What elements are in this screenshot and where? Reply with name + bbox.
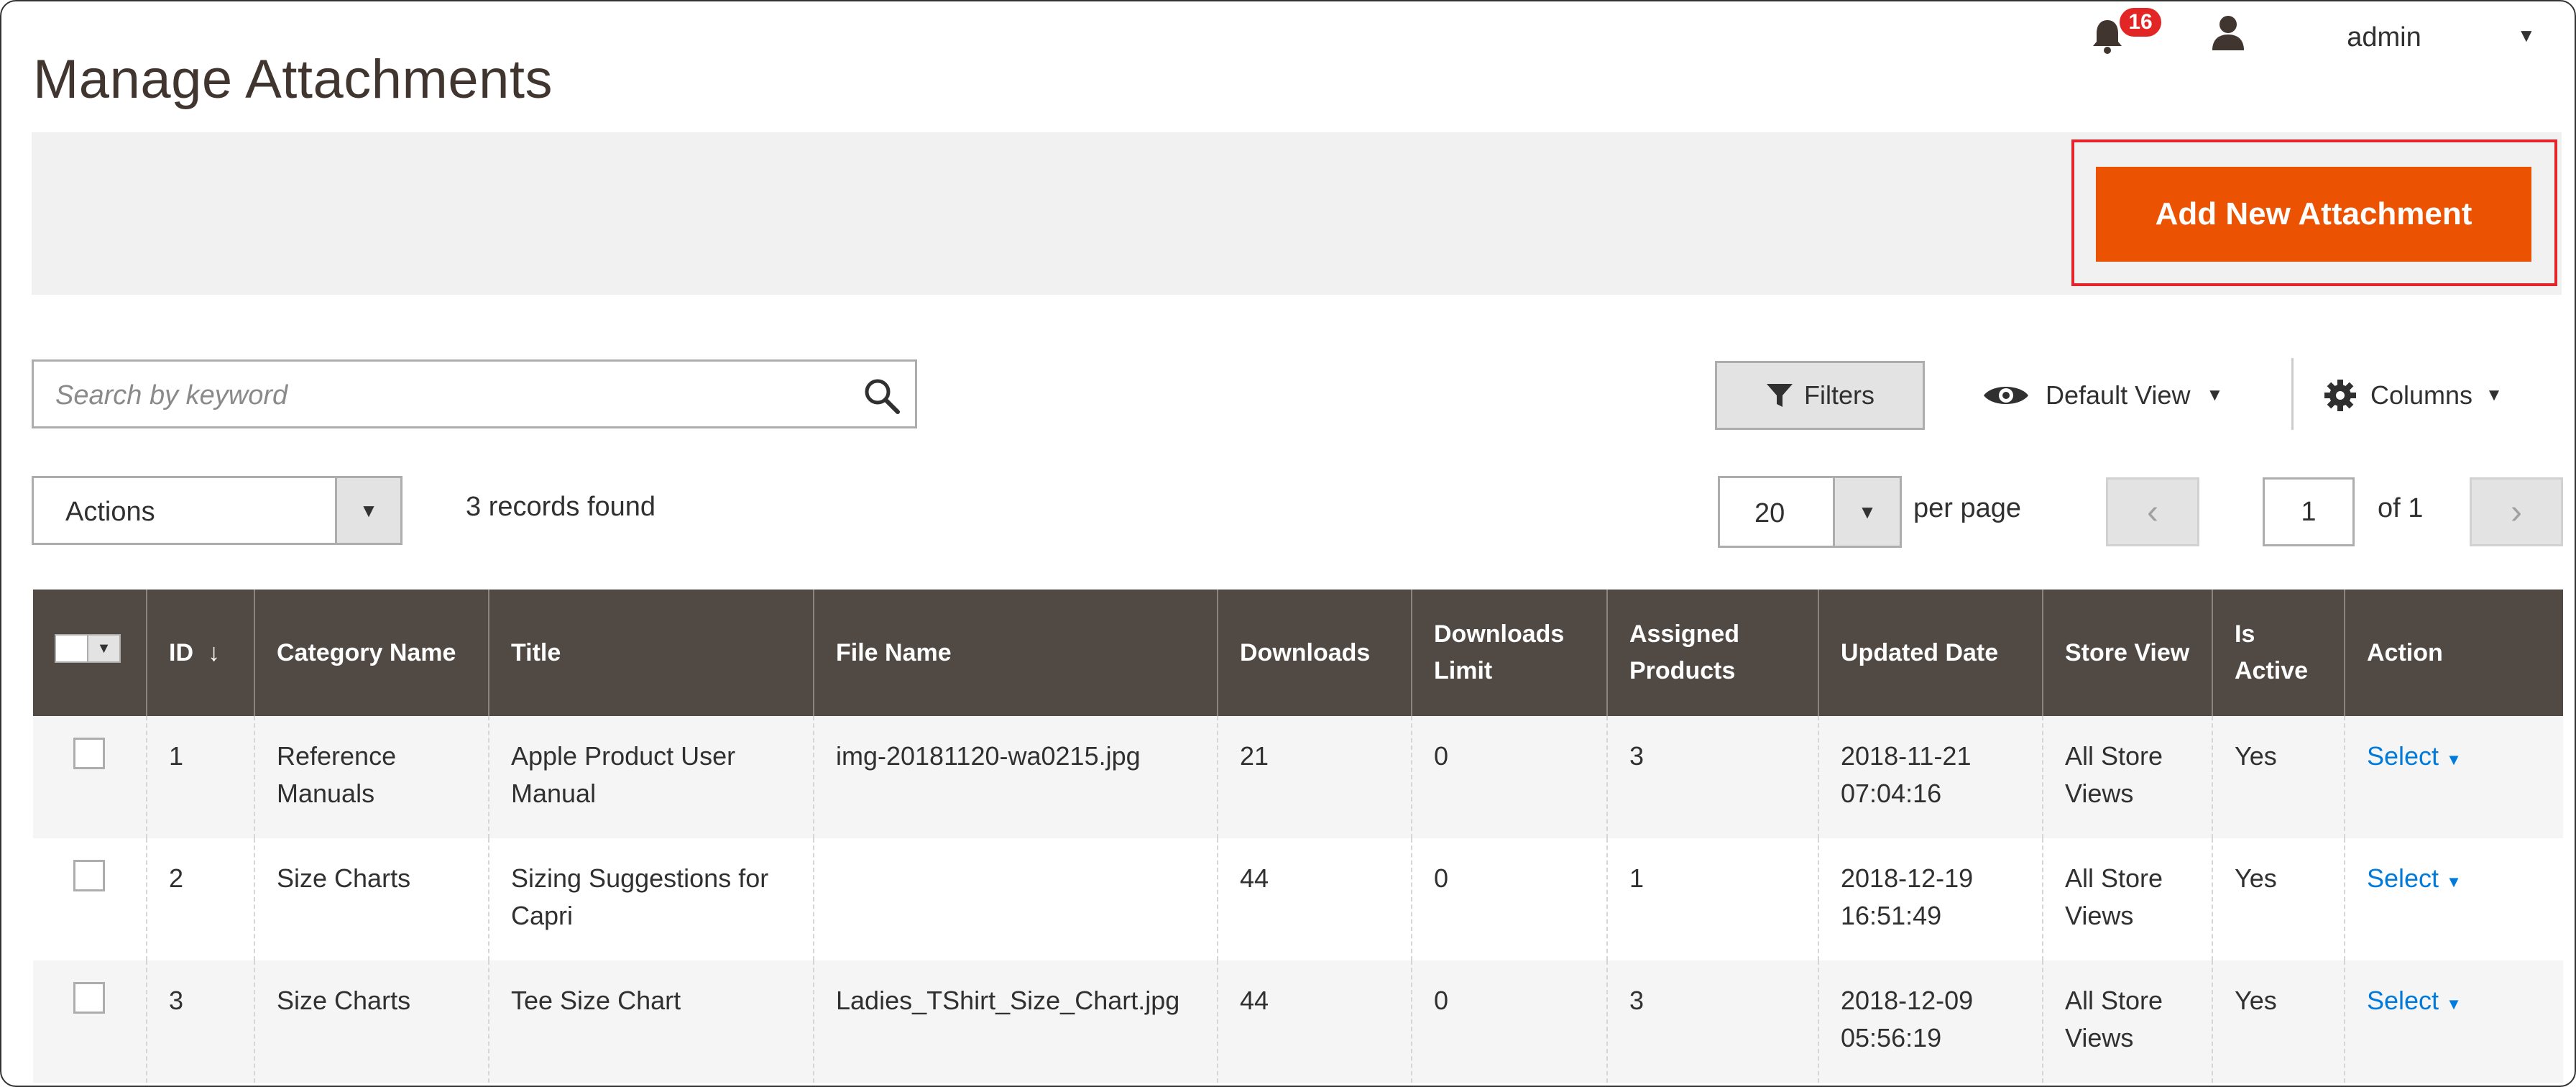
column-header-downloads[interactable]: Downloads	[1217, 590, 1412, 716]
column-header-title[interactable]: Title	[488, 590, 814, 716]
cell-id: 3	[146, 960, 254, 1083]
cell-title: Apple Product User Manual	[488, 716, 814, 838]
chevron-down-icon: ▼	[2446, 873, 2462, 891]
cell-category: Size Charts	[254, 960, 489, 1083]
table-row[interactable]: 3 Size Charts Tee Size Chart Ladies_TShi…	[33, 960, 2563, 1083]
per-page-label: per page	[1913, 493, 2022, 523]
user-icon[interactable]	[2207, 12, 2250, 55]
row-action-select[interactable]: Select ▼	[2367, 986, 2462, 1015]
add-new-attachment-button[interactable]: Add New Attachment	[2096, 167, 2531, 262]
cell-file-name: img-20181120-wa0215.jpg	[813, 716, 1218, 838]
cell-id: 1	[146, 716, 254, 838]
mass-select-checkbox[interactable]: ▼	[55, 633, 121, 663]
columns-dropdown[interactable]: Columns ▼	[2323, 372, 2503, 418]
notification-count-badge[interactable]: 16	[2117, 6, 2163, 39]
cell-file-name	[813, 838, 1218, 960]
chevron-down-icon[interactable]: ▼	[335, 478, 400, 543]
default-view-label: Default View	[2046, 380, 2191, 410]
cell-updated-date: 2018-12-09 05:56:19	[1818, 960, 2043, 1083]
sort-arrow-icon: ↓	[208, 638, 220, 666]
mass-select-header[interactable]: ▼	[33, 590, 147, 716]
column-header-is-active[interactable]: Is Active	[2212, 590, 2345, 716]
column-header-id[interactable]: ID ↓	[146, 590, 254, 716]
column-header-category[interactable]: Category Name	[254, 590, 489, 716]
attachments-grid: ▼ ID ↓ Category Name Title File Name Down…	[33, 590, 2563, 1083]
chevron-down-icon[interactable]: ▼	[2517, 24, 2536, 47]
search-icon[interactable]	[860, 375, 903, 418]
cell-category: Size Charts	[254, 838, 489, 960]
row-checkbox[interactable]	[73, 738, 105, 769]
cell-downloads: 44	[1217, 960, 1412, 1083]
funnel-icon	[1767, 384, 1793, 407]
column-header-assigned-products[interactable]: Assigned Products	[1606, 590, 1818, 716]
cell-store-view: All Store Views	[2042, 960, 2212, 1083]
table-row[interactable]: 1 Reference Manuals Apple Product User M…	[33, 716, 2563, 838]
cell-store-view: All Store Views	[2042, 716, 2212, 838]
cell-downloads-limit: 0	[1411, 960, 1607, 1083]
cell-category: Reference Manuals	[254, 716, 489, 838]
table-row[interactable]: 2 Size Charts Sizing Suggestions for Cap…	[33, 838, 2563, 960]
cell-assigned-products: 1	[1606, 838, 1818, 960]
cell-updated-date: 2018-11-21 07:04:16	[1818, 716, 2043, 838]
default-view-dropdown[interactable]: Default View ▼	[1982, 372, 2223, 418]
row-action-select[interactable]: Select ▼	[2367, 863, 2462, 893]
cell-downloads-limit: 0	[1411, 716, 1607, 838]
cell-file-name: Ladies_TShirt_Size_Chart.jpg	[813, 960, 1218, 1083]
column-header-downloads-limit[interactable]: Downloads Limit	[1411, 590, 1607, 716]
gear-icon	[2324, 380, 2356, 411]
column-header-updated-date[interactable]: Updated Date	[1818, 590, 2043, 716]
per-page-select[interactable]: 20 ▼	[1718, 476, 1902, 548]
column-header-action: Action	[2344, 590, 2563, 716]
cell-store-view: All Store Views	[2042, 838, 2212, 960]
cell-downloads-limit: 0	[1411, 838, 1607, 960]
records-found: 3 records found	[466, 492, 656, 522]
page-title: Manage Attachments	[33, 48, 553, 110]
cell-is-active: Yes	[2212, 838, 2345, 960]
cell-title: Sizing Suggestions for Capri	[488, 838, 814, 960]
chevron-down-icon[interactable]: ▼	[1833, 478, 1900, 546]
chevron-down-icon[interactable]: ▼	[87, 635, 119, 661]
cell-is-active: Yes	[2212, 960, 2345, 1083]
total-pages-label: of 1	[2378, 493, 2424, 523]
mass-actions-dropdown[interactable]: Actions ▼	[32, 476, 402, 545]
cell-assigned-products: 3	[1606, 716, 1818, 838]
cell-assigned-products: 3	[1606, 960, 1818, 1083]
search-box	[32, 359, 917, 428]
cell-downloads: 44	[1217, 838, 1412, 960]
chevron-down-icon: ▼	[2206, 385, 2224, 405]
filters-label: Filters	[1804, 380, 1874, 410]
chevron-down-icon: ▼	[2485, 385, 2503, 405]
row-checkbox[interactable]	[73, 982, 105, 1014]
chevron-right-icon: ›	[2511, 492, 2522, 531]
cell-downloads: 21	[1217, 716, 1412, 838]
chevron-down-icon: ▼	[2446, 751, 2462, 769]
toolbar-divider	[2291, 358, 2294, 430]
columns-label: Columns	[2370, 380, 2473, 410]
eye-icon	[1984, 387, 2028, 404]
row-checkbox[interactable]	[73, 860, 105, 891]
search-input[interactable]	[54, 373, 833, 418]
column-header-store-view[interactable]: Store View	[2042, 590, 2212, 716]
chevron-down-icon: ▼	[2446, 995, 2462, 1013]
cell-is-active: Yes	[2212, 716, 2345, 838]
row-action-select[interactable]: Select ▼	[2367, 741, 2462, 771]
next-page-button[interactable]: ›	[2470, 477, 2563, 546]
current-page-input[interactable]: 1	[2263, 477, 2355, 546]
actions-label: Actions	[65, 497, 155, 527]
admin-window: Manage Attachments 16 admin ▼ Add New At…	[0, 0, 2576, 1087]
user-name: admin	[2347, 22, 2421, 52]
filters-button[interactable]: Filters	[1715, 361, 1925, 430]
per-page-value: 20	[1754, 498, 1785, 528]
grid-header-row: ▼ ID ↓ Category Name Title File Name Down…	[33, 590, 2563, 716]
chevron-left-icon: ‹	[2147, 492, 2158, 531]
column-header-file-name[interactable]: File Name	[813, 590, 1218, 716]
cell-title: Tee Size Chart	[488, 960, 814, 1083]
cell-updated-date: 2018-12-19 16:51:49	[1818, 838, 2043, 960]
cell-id: 2	[146, 838, 254, 960]
previous-page-button[interactable]: ‹	[2106, 477, 2199, 546]
user-menu[interactable]: admin	[2266, 12, 2503, 63]
